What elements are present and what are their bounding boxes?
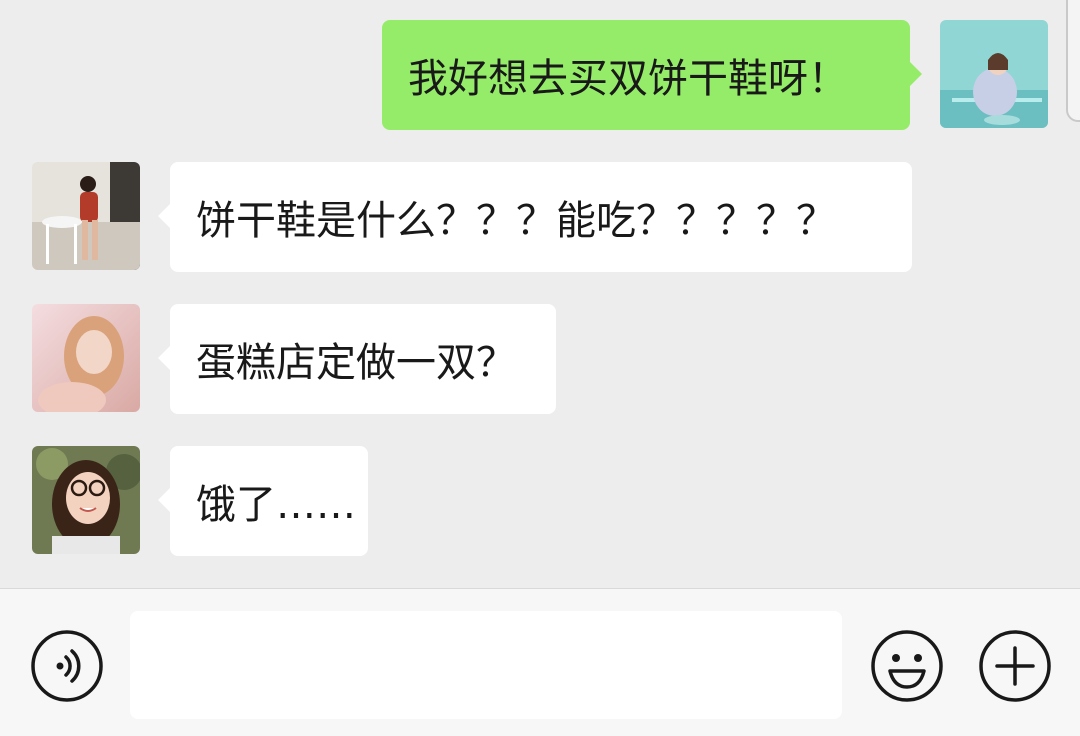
scrollbar-thumb[interactable] [1066,0,1080,122]
avatar-friend-1[interactable] [32,162,140,270]
chat-message-list[interactable]: 我好想去买双饼干鞋呀！ 饼干鞋是什么？？？能吃？？？？？ 蛋糕店定做一双？ 饿了… [0,0,1080,588]
emoji-button[interactable] [870,629,944,703]
message-text: 蛋糕店定做一双？ [196,340,516,386]
message-text: 饼干鞋是什么？？？能吃？？？？？ [196,198,836,244]
more-button[interactable] [978,629,1052,703]
avatar-friend-2[interactable] [32,304,140,412]
chat-input-bar [0,588,1080,736]
avatar-friend-3[interactable] [32,446,140,554]
message-bubble-incoming[interactable]: 蛋糕店定做一双？ [158,304,556,414]
avatar-image [32,162,140,270]
message-bubble-incoming[interactable]: 饿了…… [158,446,368,556]
avatar-self[interactable] [940,20,1048,128]
message-text: 饿了…… [196,482,356,528]
avatar-image [32,304,140,412]
avatar-image [940,20,1048,128]
emoji-icon [871,630,943,702]
message-input[interactable] [130,611,842,719]
message-bubble-incoming[interactable]: 饼干鞋是什么？？？能吃？？？？？ [158,162,912,272]
message-text: 我好想去买双饼干鞋呀！ [408,56,848,102]
voice-icon [31,630,103,702]
plus-icon [979,630,1051,702]
avatar-image [32,446,140,554]
message-bubble-outgoing[interactable]: 我好想去买双饼干鞋呀！ [382,20,922,130]
voice-button[interactable] [30,629,104,703]
